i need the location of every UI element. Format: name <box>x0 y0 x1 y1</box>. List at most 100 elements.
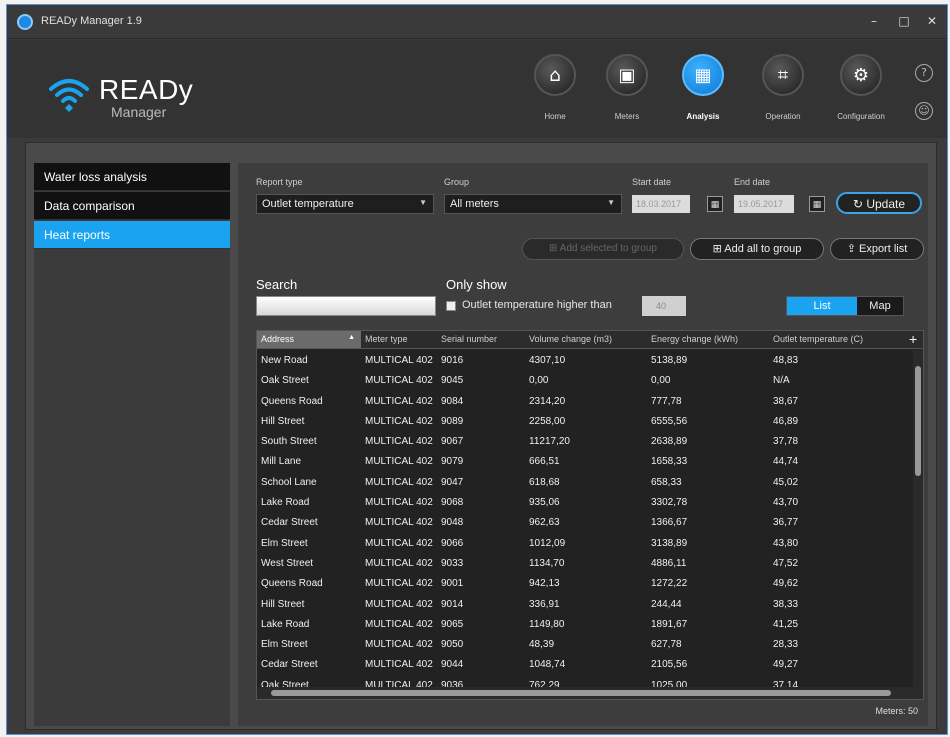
meters-count: Meters: 50 <box>875 706 918 716</box>
cell-serial: 9001 <box>441 578 464 590</box>
only-show-label: Only show <box>446 277 507 292</box>
cell-outlet-temp: 36,77 <box>773 517 799 529</box>
add-selected-label: Add selected to group <box>559 243 657 254</box>
table-row[interactable]: Hill Street MULTICAL 402 9089 2258,00 6555,5… <box>257 411 917 431</box>
end-date-input[interactable]: 19.05.2017 <box>734 195 794 213</box>
nav-analysis[interactable]: ▦ Analysis <box>667 54 739 121</box>
add-column-icon[interactable]: + <box>909 331 917 347</box>
table-row[interactable]: Queens Road MULTICAL 402 9084 2314,20 777,78… <box>257 391 917 411</box>
app-icon <box>17 14 33 30</box>
table-row[interactable]: Cedar Street MULTICAL 402 9048 962,63 1366,6… <box>257 512 917 532</box>
cell-volume: 2314,20 <box>529 395 566 407</box>
column-header-address[interactable]: Address ▲ <box>257 331 361 348</box>
start-date-input[interactable]: 18.03.2017 <box>632 195 690 213</box>
export-icon: ⇪ <box>846 243 856 255</box>
table-row[interactable]: Cedar Street MULTICAL 402 9044 1048,74 2105,… <box>257 654 917 674</box>
sidebar-item-water-loss[interactable]: Water loss analysis <box>34 163 230 191</box>
table-row[interactable]: Oak Street MULTICAL 402 9045 0,00 0,00 N/A <box>257 370 917 390</box>
cell-outlet-temp: 38,67 <box>773 395 799 407</box>
table-row[interactable]: School Lane MULTICAL 402 9047 618,68 658,33 4… <box>257 472 917 492</box>
column-header-volume[interactable]: Volume change (m3) <box>529 334 612 344</box>
add-all-to-group-button[interactable]: ⊞ Add all to group <box>690 238 824 260</box>
cell-energy: 1272,22 <box>651 578 688 590</box>
outlet-temp-checkbox[interactable] <box>446 301 456 311</box>
cell-address: Cedar Street <box>261 517 318 529</box>
cell-outlet-temp: 28,33 <box>773 639 799 651</box>
cell-energy: 6555,56 <box>651 415 688 427</box>
cell-outlet-temp: 41,25 <box>773 618 799 630</box>
vertical-scrollbar[interactable] <box>913 350 923 688</box>
cell-serial: 9066 <box>441 537 464 549</box>
update-button[interactable]: ↻ Update <box>836 192 922 214</box>
cell-volume: 1149,80 <box>529 618 565 630</box>
cell-meter-type: MULTICAL 402 <box>365 476 433 488</box>
minimize-button[interactable]: – <box>863 11 885 31</box>
column-header-meter-type[interactable]: Meter type <box>365 334 408 344</box>
table-row[interactable]: South Street MULTICAL 402 9067 11217,20 2638… <box>257 431 917 451</box>
update-label: Update <box>866 197 906 211</box>
scroll-thumb[interactable] <box>915 366 921 476</box>
close-button[interactable]: ✕ <box>921 11 943 31</box>
report-type-select[interactable]: Outlet temperature ▼ <box>256 194 434 214</box>
add-to-group-icon: ⊞ <box>712 243 722 255</box>
maximize-button[interactable]: □ <box>893 11 915 31</box>
table-row[interactable]: Lake Road MULTICAL 402 9065 1149,80 1891,67 4… <box>257 614 917 634</box>
scroll-thumb[interactable] <box>271 690 891 696</box>
threshold-stepper[interactable]: 40 <box>642 296 686 316</box>
cell-serial: 9068 <box>441 497 464 509</box>
cell-meter-type: MULTICAL 402 <box>365 517 433 529</box>
cell-outlet-temp: 43,70 <box>773 497 799 509</box>
nav-label: Operation <box>765 112 801 121</box>
group-select[interactable]: All meters ▼ <box>444 194 622 214</box>
nav-configuration[interactable]: ⚙ Configuration <box>825 54 897 121</box>
nav-home[interactable]: ⌂ Home <box>519 54 591 121</box>
table-row[interactable]: Queens Road MULTICAL 402 9001 942,13 1272,22… <box>257 573 917 593</box>
add-selected-to-group-button[interactable]: ⊞ Add selected to group <box>522 238 684 260</box>
column-header-serial[interactable]: Serial number <box>441 334 497 344</box>
list-view-button[interactable]: List <box>787 297 857 315</box>
gear-icon: ⚙ <box>840 54 882 96</box>
column-header-outlet-temp[interactable]: Outlet temperature (C) <box>773 334 863 344</box>
export-list-button[interactable]: ⇪ Export list <box>830 238 924 260</box>
sidebar-item-data-comparison[interactable]: Data comparison <box>34 192 230 220</box>
cell-volume: 1134,70 <box>529 557 565 569</box>
main-panel: Report type Outlet temperature ▼ Group A… <box>238 163 928 726</box>
table-row[interactable]: Hill Street MULTICAL 402 9014 336,91 244,44 3… <box>257 594 917 614</box>
cell-meter-type: MULTICAL 402 <box>365 618 433 630</box>
table-row[interactable]: Mill Lane MULTICAL 402 9079 666,51 1658,33 44… <box>257 451 917 471</box>
cell-volume: 935,06 <box>529 497 560 509</box>
cell-energy: 3138,89 <box>651 537 688 549</box>
table-row[interactable]: West Street MULTICAL 402 9033 1134,70 4886,1… <box>257 553 917 573</box>
cell-serial: 9014 <box>441 598 464 610</box>
sidebar-item-heat-reports[interactable]: Heat reports <box>34 221 230 249</box>
nav-label: Meters <box>614 112 640 121</box>
cell-address: South Street <box>261 436 317 448</box>
cell-outlet-temp: 38,33 <box>773 598 799 610</box>
start-date-label: Start date <box>632 177 672 187</box>
table-row[interactable]: New Road MULTICAL 402 9016 4307,10 5138,89 48… <box>257 350 917 370</box>
map-view-button[interactable]: Map <box>857 297 903 315</box>
table-row[interactable]: Elm Street MULTICAL 402 9066 1012,09 3138,89… <box>257 533 917 553</box>
cell-outlet-temp: 43,80 <box>773 537 799 549</box>
nav-operation[interactable]: ⌗ Operation <box>747 54 819 121</box>
calendar-icon[interactable]: ▦ <box>707 196 723 212</box>
cell-energy: 244,44 <box>651 598 682 610</box>
search-input[interactable] <box>256 296 436 316</box>
horizontal-scrollbar[interactable] <box>257 687 923 699</box>
table-row[interactable]: Elm Street MULTICAL 402 9050 48,39 627,78 28,… <box>257 634 917 654</box>
report-type-value: Outlet temperature <box>262 198 354 210</box>
cell-address: Lake Road <box>261 618 310 630</box>
info-icon[interactable]: ☺ <box>915 102 933 120</box>
chevron-down-icon: ▼ <box>419 198 427 207</box>
cell-outlet-temp: 49,62 <box>773 578 799 590</box>
help-icon[interactable]: ? <box>915 64 933 82</box>
cell-volume: 11217,20 <box>529 436 570 448</box>
export-label: Export list <box>858 243 908 255</box>
cell-outlet-temp: 49,27 <box>773 659 799 671</box>
cell-address: West Street <box>261 557 314 569</box>
nav-meters[interactable]: ▣ Meters <box>591 54 663 121</box>
cell-energy: 0,00 <box>651 375 671 387</box>
table-row[interactable]: Lake Road MULTICAL 402 9068 935,06 3302,78 43… <box>257 492 917 512</box>
column-header-energy[interactable]: Energy change (kWh) <box>651 334 738 344</box>
calendar-icon[interactable]: ▦ <box>809 196 825 212</box>
